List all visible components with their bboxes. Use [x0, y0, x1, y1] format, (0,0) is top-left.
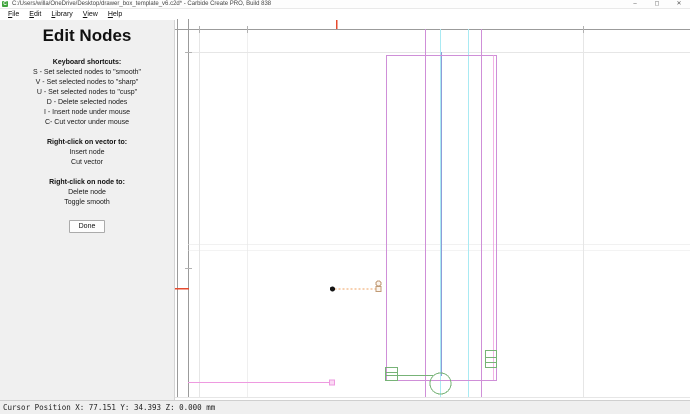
green-slot-left[interactable] — [385, 367, 398, 381]
menu-help[interactable]: Help — [103, 10, 127, 20]
design-canvas[interactable] — [175, 19, 690, 400]
green-slot-right[interactable] — [485, 350, 497, 368]
window-title: C:/Users/willa/OneDrive/Desktop/drawer_b… — [12, 1, 272, 7]
shortcuts-heading: Keyboard shortcuts: — [52, 59, 122, 66]
window-controls: – ◻ ✕ — [624, 0, 690, 9]
shortcut-delete: D - Delete selected nodes — [46, 99, 128, 106]
minimize-button[interactable]: – — [624, 0, 646, 9]
node-actions-heading: Right-click on node to: — [49, 179, 125, 186]
menu-edit[interactable]: Edit — [24, 10, 46, 20]
close-button[interactable]: ✕ — [668, 0, 690, 9]
node-action-toggle-smooth: Toggle smooth — [64, 199, 110, 206]
vector-action-insert-node: Insert node — [69, 149, 105, 156]
cursor-position-readout: Cursor Position X: 77.151 Y: 34.393 Z: 0… — [3, 403, 216, 412]
title-bar: C C:/Users/willa/OneDrive/Desktop/drawer… — [0, 0, 690, 9]
shortcut-insert: I - Insert node under mouse — [44, 109, 130, 116]
edit-nodes-panel: Edit Nodes Keyboard shortcuts: S - Set s… — [0, 20, 175, 400]
maximize-button[interactable]: ◻ — [646, 0, 668, 9]
status-bar: Cursor Position X: 77.151 Y: 34.393 Z: 0… — [0, 400, 690, 414]
vector-action-cut-vector: Cut vector — [71, 159, 103, 166]
vector-node-handle[interactable] — [329, 379, 335, 386]
page-title: Edit Nodes — [42, 26, 132, 45]
shortcut-cut: C- Cut vector under mouse — [44, 119, 130, 126]
done-button[interactable]: Done — [68, 220, 106, 233]
node-action-delete-node: Delete node — [68, 189, 106, 196]
shortcut-smooth: S - Set selected nodes to "smooth" — [32, 69, 142, 76]
vector-actions-heading: Right-click on vector to: — [46, 139, 128, 146]
smooth-handle-circle[interactable] — [375, 280, 382, 287]
menu-library[interactable]: Library — [46, 10, 77, 20]
menu-view[interactable]: View — [78, 10, 103, 20]
shortcut-sharp: V - Set selected nodes to "sharp" — [35, 79, 139, 86]
menu-file[interactable]: File — [3, 10, 24, 20]
node-handle-square[interactable] — [375, 285, 382, 293]
carbide-create-logo-icon: C — [2, 1, 8, 7]
shortcut-cusp: U - Set selected nodes to "cusp" — [36, 89, 138, 96]
selected-node-point[interactable] — [329, 286, 336, 292]
app-window: C C:/Users/willa/OneDrive/Desktop/drawer… — [0, 0, 690, 414]
canvas-drawing — [175, 19, 690, 398]
